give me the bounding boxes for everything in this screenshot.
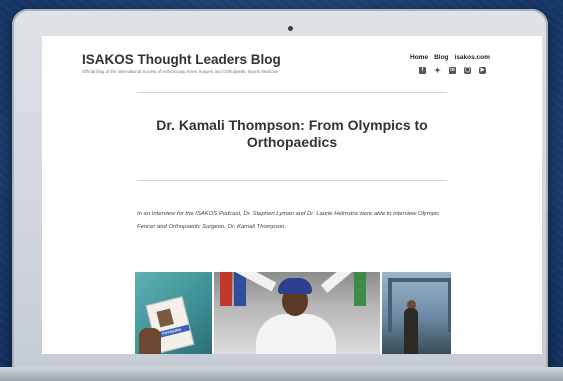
nav-home[interactable]: Home — [410, 54, 428, 61]
webcam-dot — [288, 26, 293, 31]
primary-nav: Home Blog isakos.com — [410, 54, 496, 61]
instagram-icon[interactable]: ◯ — [464, 67, 471, 74]
divider-bottom — [137, 180, 447, 181]
laptop-base — [0, 367, 563, 381]
flag-green — [354, 272, 366, 306]
divider-top — [137, 92, 447, 93]
social-links: f ✦ in ◯ ▶ — [419, 67, 486, 75]
site-title[interactable]: ISAKOS Thought Leaders Blog — [82, 52, 281, 67]
fencer-cap — [278, 278, 312, 294]
bridge-shape — [388, 278, 451, 332]
photo-fencer-celebrating[interactable] — [214, 272, 380, 354]
badge-photo — [156, 308, 174, 328]
photo-bridge-portrait[interactable] — [382, 272, 451, 354]
fencer-body — [256, 314, 336, 354]
site-description: Official blog of the International Socie… — [82, 69, 279, 74]
twitter-icon[interactable]: ✦ — [434, 67, 441, 75]
browser-page: ISAKOS Thought Leaders Blog Official blo… — [42, 36, 542, 354]
facebook-icon[interactable]: f — [419, 67, 426, 74]
post-title[interactable]: Dr. Kamali Thompson: From Olympics to Or… — [137, 117, 447, 151]
linkedin-icon[interactable]: in — [449, 67, 456, 74]
flag-red — [220, 272, 232, 306]
youtube-icon[interactable]: ▶ — [479, 67, 486, 74]
photo-gallery: PHYSICIAN — [135, 272, 451, 354]
nav-isakos[interactable]: isakos.com — [455, 54, 490, 61]
post-excerpt: In an Interview for the ISAKOS Podcast, … — [137, 211, 440, 230]
photo-physician-badge[interactable]: PHYSICIAN — [135, 272, 212, 354]
person-figure — [404, 308, 418, 354]
nav-blog[interactable]: Blog — [434, 54, 448, 61]
hand-shape — [139, 328, 161, 354]
